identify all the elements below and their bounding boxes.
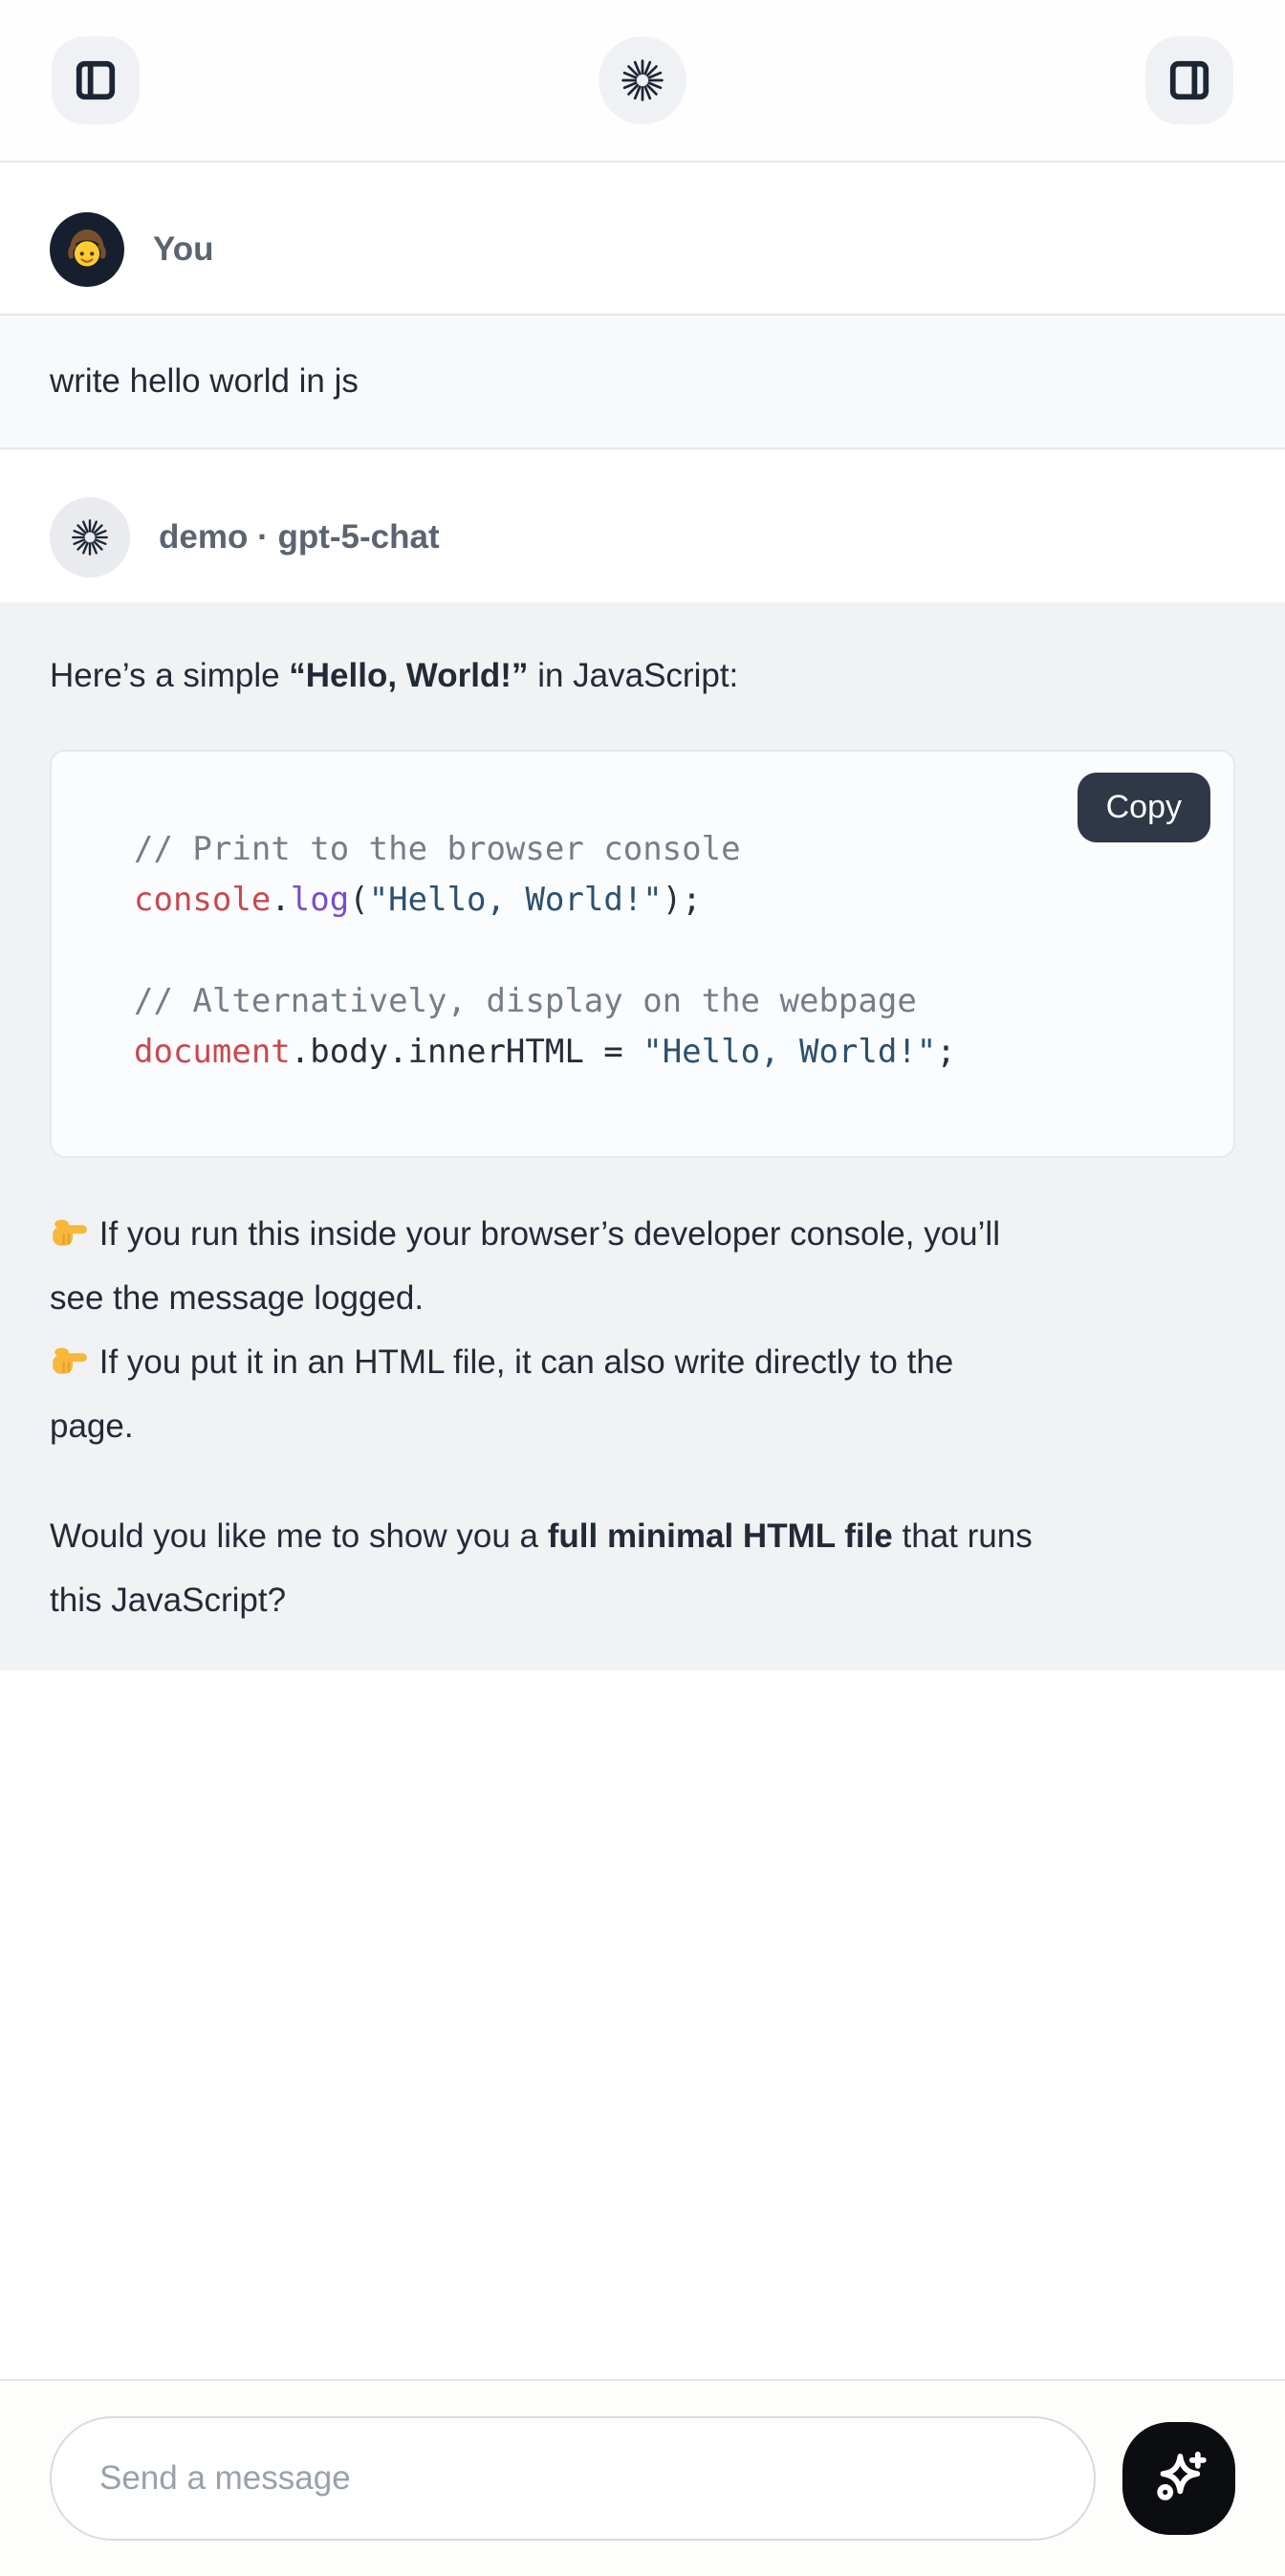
sparkles-icon [1147,2446,1210,2512]
sidebar-toggle-button[interactable] [52,36,140,124]
starburst-spinner-icon [71,518,109,557]
panel-left-icon [74,58,118,102]
send-button[interactable] [1122,2422,1235,2535]
user-avatar [50,212,124,287]
model-spinner-button[interactable] [599,36,686,124]
assistant-avatar [50,497,130,578]
assistant-intro-text: Here’s a simple “Hello, World!” in JavaS… [50,644,1235,708]
assistant-tips-text: If you run this inside your browser’s de… [50,1202,1235,1458]
person-emoji [60,223,114,276]
message-input[interactable] [99,2459,1046,2498]
user-message-bubble: write hello world in js [0,314,1285,449]
point-right-emoji [50,1208,90,1248]
copy-code-button[interactable]: Copy [1078,773,1210,842]
assistant-message-body: Here’s a simple “Hello, World!” in JavaS… [0,602,1285,1670]
user-message-header: You [0,212,1285,287]
assistant-model-label: demo · gpt-5-chat [159,518,440,557]
top-bar [0,0,1285,163]
empty-chat-space [0,1670,1285,2379]
starburst-spinner-icon [621,58,664,102]
assistant-followup-text: Would you like me to show you a full min… [50,1504,1235,1632]
composer-bar [0,2379,1285,2576]
right-panel-toggle-button[interactable] [1145,36,1233,124]
assistant-message-header: demo · gpt-5-chat [0,497,1285,578]
code-content: // Print to the browser console console.… [52,752,1233,1156]
panel-right-icon [1167,58,1211,102]
user-sender-label: You [153,230,214,269]
point-right-emoji [50,1336,90,1376]
message-input-pill [50,2416,1096,2541]
user-message-text: write hello world in js [50,362,359,401]
code-block: Copy // Print to the browser console con… [50,750,1235,1158]
